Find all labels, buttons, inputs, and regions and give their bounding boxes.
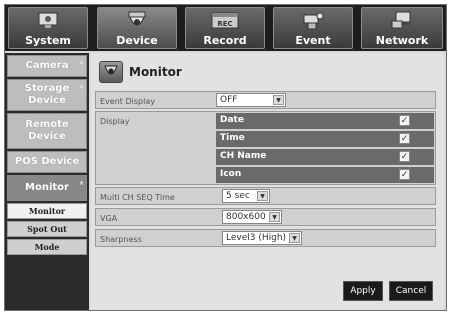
tab-label: Network	[375, 34, 429, 47]
vga-select[interactable]: 800x600 ▼	[222, 210, 282, 224]
rec-badge: REC	[217, 20, 232, 28]
display-item-label: Icon	[220, 169, 242, 179]
display-item-label: Date	[220, 115, 244, 125]
top-nav: System Device REC Record Event Network	[5, 5, 446, 51]
dropdown-arrow-icon: ▼	[289, 233, 300, 243]
sidebar-item-pos-device[interactable]: POS Device	[7, 151, 87, 173]
monitor-camera-icon	[99, 61, 123, 83]
vga-row: VGA 800x600 ▼	[95, 208, 436, 226]
multi-ch-seq-select[interactable]: 5 sec ▼	[222, 189, 270, 203]
tab-label: System	[25, 34, 71, 47]
dropdown-arrow-icon: ▼	[273, 95, 284, 105]
apply-button[interactable]: Apply	[343, 281, 383, 301]
date-checkbox[interactable]: ✓	[399, 115, 410, 126]
sidebar-item-label: Monitor	[25, 182, 69, 193]
tab-label: Device	[116, 34, 158, 47]
sharpness-row: Sharpness Level3 (High) ▼	[95, 229, 436, 247]
display-item-icon: Icon ✓	[216, 167, 434, 183]
sidebar-item-camera[interactable]: Camera »	[7, 55, 87, 77]
sharpness-value: Level3 (High)	[226, 233, 287, 243]
tab-event[interactable]: Event	[273, 7, 353, 49]
display-item-ch-name: CH Name ✓	[216, 149, 434, 165]
sidebar-subitem-monitor[interactable]: Monitor	[7, 203, 87, 219]
display-label: Display	[100, 117, 130, 126]
tab-record[interactable]: REC Record	[185, 7, 265, 49]
event-display-select[interactable]: OFF ▼	[216, 93, 286, 107]
chevron-up-icon: «	[77, 180, 86, 186]
display-item-date: Date ✓	[216, 113, 434, 129]
chevron-down-icon: »	[77, 84, 86, 90]
rec-icon: REC	[210, 11, 240, 35]
event-display-label: Event Display	[100, 97, 155, 106]
tab-system[interactable]: System	[8, 7, 88, 49]
cancel-button[interactable]: Cancel	[389, 281, 433, 301]
sidebar-item-label: Camera	[25, 60, 69, 71]
monitor-panel: Monitor Event Display OFF ▼ Display Date…	[91, 53, 444, 310]
page-title: Monitor	[129, 65, 182, 79]
monitor-settings-window: System Device REC Record Event Network C…	[4, 4, 447, 311]
tab-device[interactable]: Device	[97, 7, 177, 49]
subitem-label: Mode	[34, 242, 60, 252]
event-display-value: OFF	[220, 95, 238, 105]
vga-label: VGA	[100, 214, 118, 223]
sidebar-item-storage-device[interactable]: Storage Device »	[7, 79, 87, 111]
sidebar-item-remote-device[interactable]: Remote Device	[7, 113, 87, 149]
event-display-row: Event Display OFF ▼	[95, 91, 436, 109]
display-item-label: CH Name	[220, 151, 267, 161]
network-icon	[390, 11, 414, 35]
multi-ch-seq-row: Multi CH SEQ Time 5 sec ▼	[95, 187, 436, 205]
dropdown-arrow-icon: ▼	[257, 191, 268, 201]
sidebar-item-label: POS Device	[14, 156, 80, 167]
subitem-label: Monitor	[28, 206, 66, 216]
multi-ch-seq-value: 5 sec	[226, 191, 250, 201]
sidebar-subitem-spot-out[interactable]: Spot Out	[7, 221, 87, 237]
tab-label: Record	[203, 34, 247, 47]
subitem-label: Spot Out	[27, 224, 67, 234]
tab-network[interactable]: Network	[361, 7, 443, 49]
multi-ch-seq-label: Multi CH SEQ Time	[100, 193, 175, 202]
icon-checkbox[interactable]: ✓	[399, 169, 410, 180]
sidebar-item-monitor[interactable]: Monitor «	[7, 175, 87, 201]
sharpness-label: Sharpness	[100, 235, 142, 244]
display-row: Display Date ✓ Time ✓ CH Name ✓ Icon ✓	[95, 111, 436, 185]
dropdown-arrow-icon: ▼	[269, 212, 280, 222]
time-checkbox[interactable]: ✓	[399, 133, 410, 144]
ch-name-checkbox[interactable]: ✓	[399, 151, 410, 162]
sharpness-select[interactable]: Level3 (High) ▼	[222, 231, 302, 245]
sidebar: Camera » Storage Device » Remote Device …	[5, 53, 89, 310]
tab-label: Event	[295, 34, 331, 47]
camera-dome-icon	[126, 11, 148, 35]
display-item-time: Time ✓	[216, 131, 434, 147]
sidebar-subitem-mode[interactable]: Mode	[7, 239, 87, 255]
sidebar-item-label: Remote Device	[25, 119, 69, 142]
system-monitor-icon	[37, 11, 59, 35]
chevron-down-icon: »	[77, 60, 86, 66]
vga-value: 800x600	[226, 212, 266, 222]
sidebar-item-label: Storage Device	[24, 83, 70, 106]
event-camera-icon	[300, 11, 326, 35]
display-item-label: Time	[220, 133, 245, 143]
